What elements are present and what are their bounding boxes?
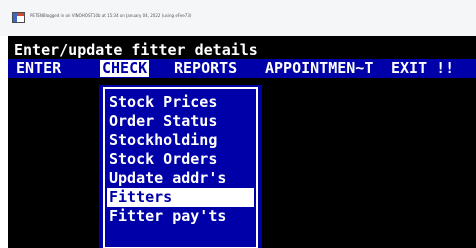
menu-option-stock-prices[interactable]: Stock Prices [107, 93, 254, 112]
menu-option-stock-orders[interactable]: Stock Orders [107, 150, 254, 169]
menu-reports[interactable]: REPORTS [174, 60, 237, 77]
app-window: PETENBlogged in on VINOHOST10b at 15:34 … [0, 0, 476, 248]
menu-appointment[interactable]: APPOINTMEN~T [265, 60, 373, 77]
menu-option-fitter-payments[interactable]: Fitter pay'ts [107, 207, 254, 226]
menu-bar: ENTER CHECK REPORTS APPOINTMEN~T EXIT !! [8, 59, 476, 78]
window-title: PETENBlogged in on VINOHOST10b at 15:34 … [30, 13, 192, 18]
terminal-screen: Enter/update fitter details ENTER CHECK … [8, 36, 476, 248]
menu-option-order-status[interactable]: Order Status [107, 112, 254, 131]
screen-header: Enter/update fitter details [14, 41, 258, 59]
check-dropdown-menu: Stock Prices Order Status Stockholding S… [99, 85, 262, 248]
menu-exit[interactable]: EXIT !! [391, 60, 454, 77]
app-icon [12, 12, 25, 23]
menu-option-update-address[interactable]: Update addr's [107, 169, 254, 188]
title-bar: PETENBlogged in on VINOHOST10b at 15:34 … [0, 0, 476, 36]
menu-option-fitters[interactable]: Fitters [107, 188, 254, 207]
menu-option-stockholding[interactable]: Stockholding [107, 131, 254, 150]
menu-check[interactable]: CHECK [100, 60, 150, 77]
menu-enter[interactable]: ENTER [16, 60, 61, 77]
